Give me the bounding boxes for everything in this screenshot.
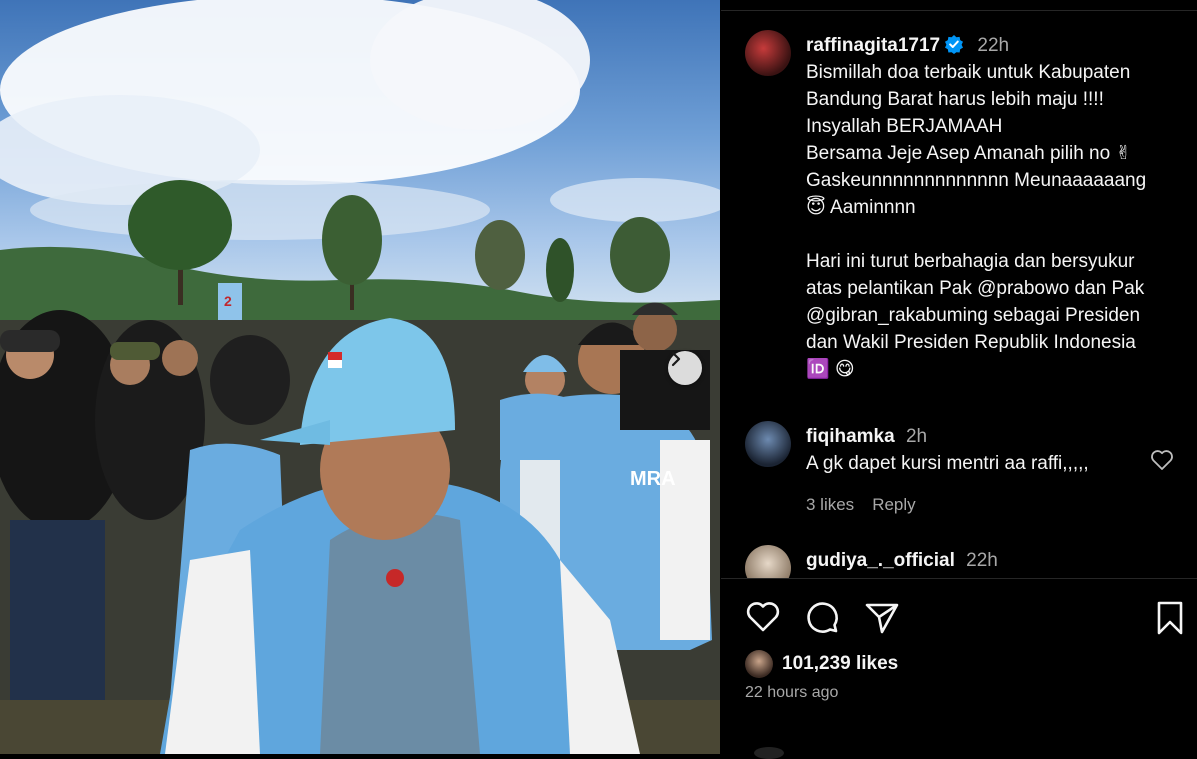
header-divider <box>721 10 1197 11</box>
caption-line: Insyallah BERJAMAAH <box>806 116 1003 137</box>
commenter-avatar[interactable] <box>745 545 791 578</box>
likes-count[interactable]: 101,239 likes <box>782 653 898 675</box>
heart-icon[interactable] <box>745 600 781 634</box>
caption-line: Hari ini turut berbahagia dan bersyukur <box>806 251 1135 272</box>
caption-line: dan Wakil Presiden Republik Indonesia <box>806 332 1136 353</box>
comment-likes[interactable]: 3 likes <box>806 495 854 514</box>
chevron-right-icon <box>671 351 681 367</box>
comment-time[interactable]: 2h <box>906 426 927 447</box>
comment-item: gudiya_._official 22h <box>745 545 1195 578</box>
commenter-avatar[interactable] <box>745 421 791 467</box>
comment-time[interactable]: 22h <box>966 550 998 571</box>
commenter-username[interactable]: gudiya_._official <box>806 550 955 571</box>
caption-line: Bersama Jeje Asep Amanah pilih no ✌ <box>806 143 1132 164</box>
posted-time[interactable]: 22 hours ago <box>745 684 838 702</box>
bookmark-icon[interactable] <box>1155 600 1185 636</box>
post-media[interactable]: 2 MRA <box>0 0 720 754</box>
caption-line: 😇 Aaminnnn <box>806 197 916 218</box>
caption-line: @gibran_rakabuming sebagai Presiden <box>806 305 1141 326</box>
caption-line: 🆔 😋 <box>806 359 855 380</box>
post-time[interactable]: 22h <box>977 35 1009 56</box>
post-side-panel: raffinagita1717 22h Bismillah doa terbai… <box>721 0 1197 759</box>
comment-bubble-icon[interactable] <box>805 600 841 636</box>
action-bar <box>745 600 1185 636</box>
caption-line: Bandung Barat harus lebih maju !!!! <box>806 89 1104 110</box>
caption-line: atas pelantikan Pak @prabowo dan Pak <box>806 278 1145 299</box>
paper-plane-icon[interactable] <box>864 600 900 636</box>
author-avatar[interactable] <box>745 30 791 76</box>
banner-number: 2 <box>224 293 232 309</box>
caption-line <box>806 221 1186 248</box>
commenter-username[interactable]: fiqihamka <box>806 426 895 447</box>
author-username[interactable]: raffinagita1717 <box>806 35 940 56</box>
jersey-text: MRA <box>630 468 676 490</box>
next-media-button[interactable] <box>668 351 702 385</box>
verified-badge-icon <box>945 35 964 54</box>
caption-line: Gaskeunnnnnnnnnnnnn Meunaaaaaang <box>806 170 1147 191</box>
reply-button[interactable]: Reply <box>872 495 915 514</box>
emoji-avatar-peek <box>754 747 784 759</box>
comment-text: A gk dapet kursi mentri aa raffi,,,,, <box>806 453 1089 474</box>
comment-like-icon[interactable] <box>1150 449 1174 471</box>
likes-row: 101,239 likes <box>745 650 1175 680</box>
caption-line: Bismillah doa terbaik untuk Kabupaten <box>806 62 1131 83</box>
post-photo: 2 MRA <box>0 0 720 754</box>
actions-divider <box>721 578 1197 579</box>
liker-avatar[interactable] <box>745 650 773 678</box>
